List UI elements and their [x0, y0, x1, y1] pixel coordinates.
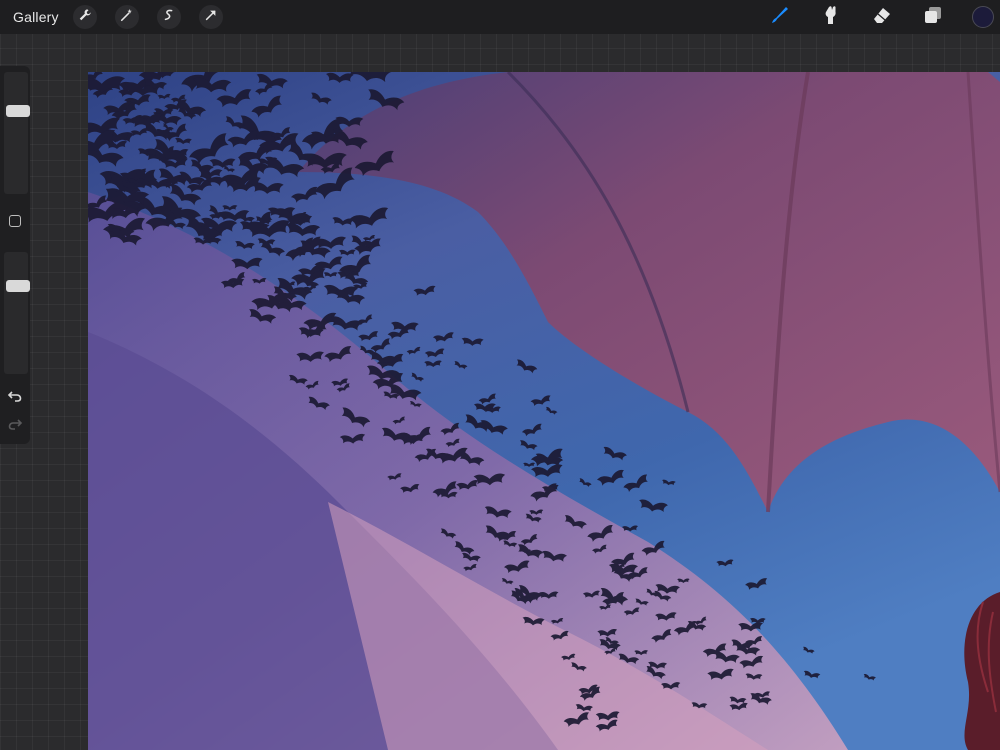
eraser-button[interactable]	[870, 5, 894, 29]
redo-button[interactable]	[7, 416, 23, 432]
brush-button[interactable]	[768, 5, 792, 29]
brush-size-slider[interactable]	[4, 72, 30, 194]
layers-button[interactable]	[921, 5, 945, 29]
wrench-icon	[78, 8, 92, 27]
opacity-thumb[interactable]	[6, 280, 30, 292]
transform-button[interactable]	[198, 5, 223, 29]
adjustments-button[interactable]	[114, 5, 139, 29]
eraser-icon	[871, 4, 893, 31]
drawing-canvas[interactable]	[88, 72, 1000, 750]
smudge-icon	[820, 4, 842, 31]
artwork	[88, 72, 1000, 750]
magic-wand-icon	[120, 8, 134, 27]
redo-icon	[7, 419, 23, 436]
actions-button[interactable]	[72, 5, 97, 29]
undo-icon	[7, 391, 23, 408]
right-tools	[741, 0, 1000, 34]
modify-button[interactable]	[9, 215, 21, 227]
brush-size-thumb[interactable]	[6, 105, 30, 117]
brush-icon	[769, 4, 791, 31]
smudge-button[interactable]	[819, 5, 843, 29]
gallery-button[interactable]: Gallery	[13, 9, 59, 25]
left-sidebar	[0, 66, 30, 444]
undo-button[interactable]	[7, 388, 23, 404]
opacity-slider[interactable]	[4, 252, 30, 374]
layers-icon	[922, 4, 944, 31]
selection-button[interactable]	[156, 5, 181, 29]
transform-arrow-icon	[204, 8, 218, 27]
top-toolbar: Gallery	[0, 0, 1000, 34]
selection-icon	[162, 8, 176, 27]
color-swatch[interactable]	[972, 6, 994, 28]
